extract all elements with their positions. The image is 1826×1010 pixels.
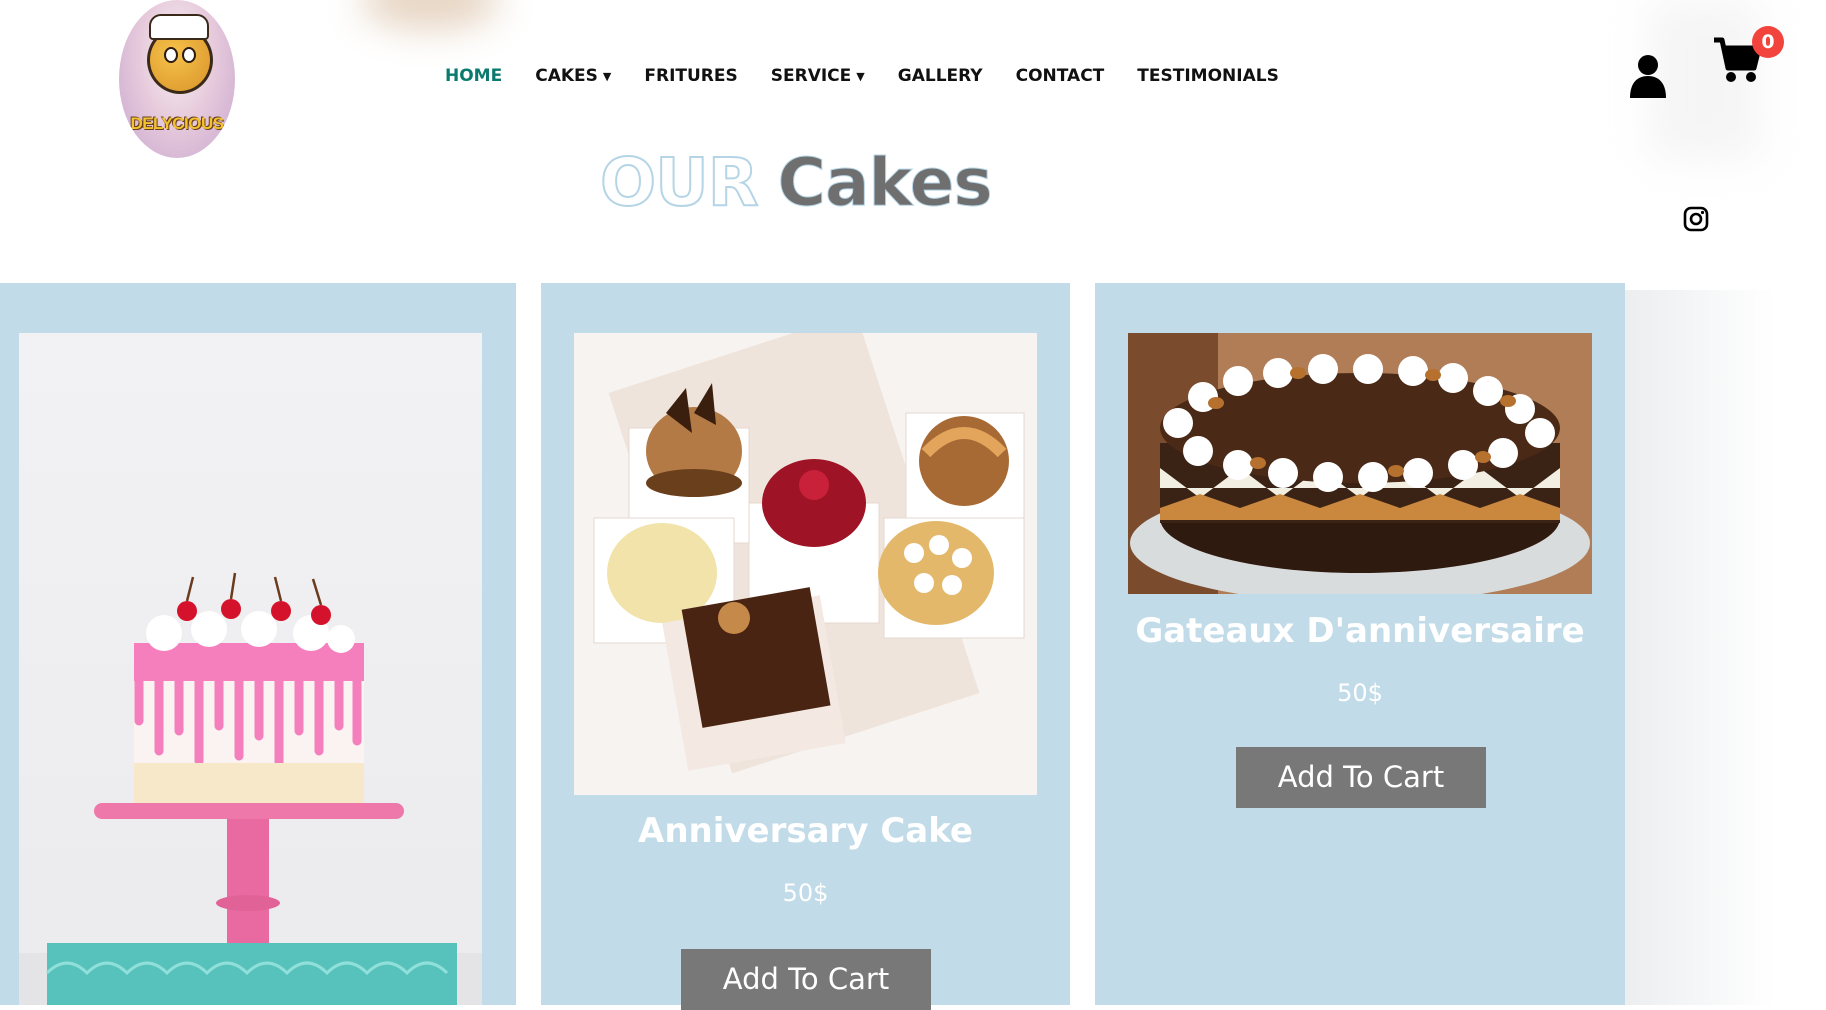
caret-down-icon: ▼ bbox=[856, 69, 865, 83]
nav-item-service[interactable]: SERVICE ▼ bbox=[771, 66, 865, 86]
brand-logo[interactable]: DELYCIOUS bbox=[119, 0, 235, 158]
site-header: DELYCIOUS HOME CAKES ▼ FRITURES SERVICE … bbox=[0, 0, 1826, 232]
product-grid: Anniversary Cake 50$ Add To Cart Gateaux… bbox=[0, 283, 1826, 1010]
nav-label: SERVICE bbox=[770, 66, 852, 86]
title-word-cakes: Cakes bbox=[777, 144, 993, 222]
product-price: 50$ bbox=[1337, 679, 1383, 707]
product-image[interactable] bbox=[1128, 333, 1592, 594]
add-to-cart-button[interactable]: Add To Cart bbox=[681, 949, 931, 1010]
logo-text: DELYCIOUS bbox=[130, 114, 224, 133]
instagram-icon[interactable] bbox=[1683, 206, 1709, 232]
nav-label: HOME bbox=[445, 66, 503, 86]
product-image[interactable] bbox=[574, 333, 1037, 795]
product-card bbox=[0, 283, 516, 1005]
nav-label: FRITURES bbox=[644, 66, 738, 86]
nav-label: CONTACT bbox=[1015, 66, 1105, 86]
decorative-blur bbox=[360, 0, 500, 30]
nav-item-gallery[interactable]: GALLERY bbox=[898, 66, 983, 86]
chef-hat-icon bbox=[149, 14, 209, 40]
title-word-our: OUR bbox=[599, 143, 760, 222]
product-card: Anniversary Cake 50$ Add To Cart bbox=[541, 283, 1070, 1010]
product-image[interactable] bbox=[19, 333, 482, 1005]
nav-item-contact[interactable]: CONTACT bbox=[1016, 66, 1105, 86]
product-card: Gateaux D'anniversaire 50$ Add To Cart bbox=[1095, 283, 1625, 1005]
nav-item-fritures[interactable]: FRITURES bbox=[644, 66, 737, 86]
main-nav: HOME CAKES ▼ FRITURES SERVICE ▼ GALLERY … bbox=[445, 66, 1312, 86]
nav-item-testimonials[interactable]: TESTIMONIALS bbox=[1137, 66, 1279, 86]
add-to-cart-button[interactable]: Add To Cart bbox=[1236, 747, 1486, 808]
product-name: Gateaux D'anniversaire bbox=[1135, 611, 1585, 651]
nav-label: GALLERY bbox=[897, 66, 983, 86]
cart-count-badge: 0 bbox=[1752, 26, 1784, 58]
nav-item-home[interactable]: HOME bbox=[445, 66, 502, 86]
nav-item-cakes[interactable]: CAKES ▼ bbox=[535, 66, 611, 86]
caret-down-icon: ▼ bbox=[602, 69, 612, 83]
product-price: 50$ bbox=[782, 879, 829, 907]
nav-label: TESTIMONIALS bbox=[1137, 66, 1279, 86]
user-icon[interactable] bbox=[1628, 54, 1668, 98]
product-name: Anniversary Cake bbox=[638, 811, 973, 851]
nav-label: CAKES bbox=[535, 66, 598, 86]
page-title: OUR Cakes bbox=[599, 143, 993, 222]
